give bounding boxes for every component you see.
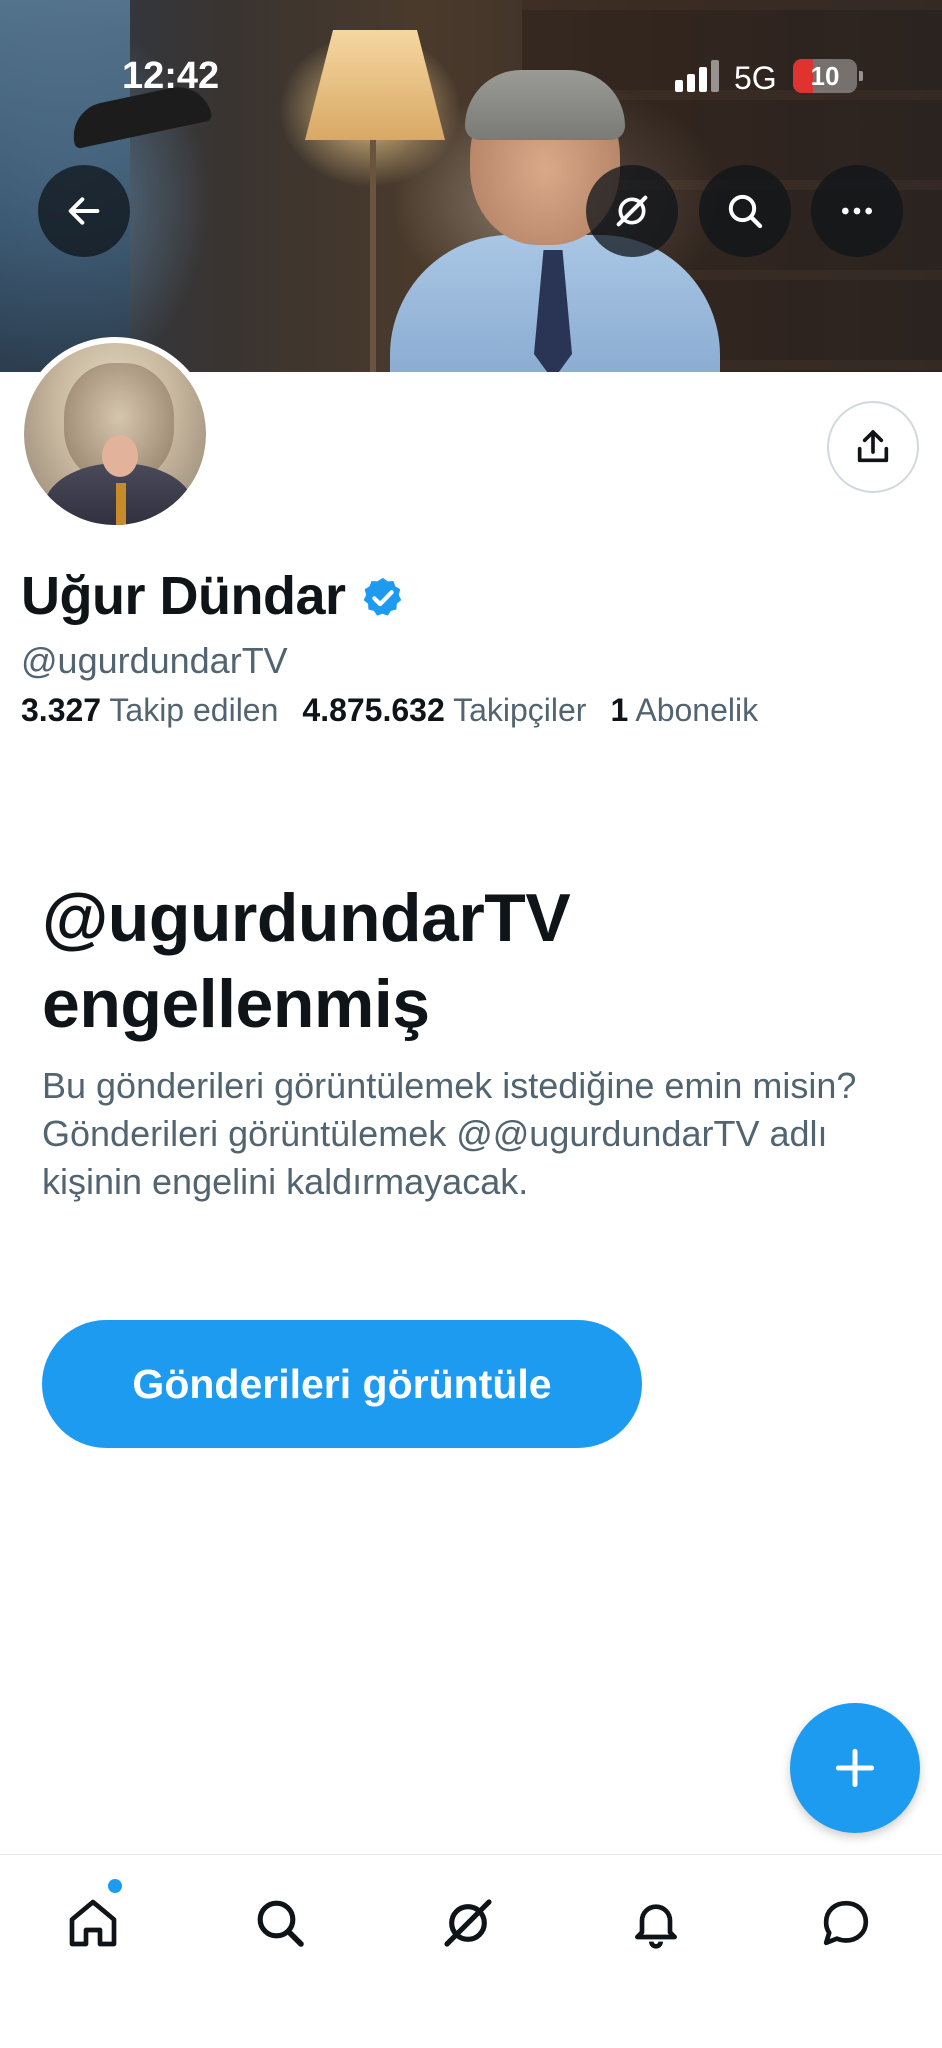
grok-icon xyxy=(444,1899,492,1947)
nav-search[interactable] xyxy=(240,1883,320,1963)
followers-count: 4.875.632 xyxy=(302,692,445,728)
profile-name: Uğur Dündar xyxy=(21,566,346,626)
banner-lamp-pole xyxy=(370,140,376,372)
profile-stats: 3.327 Takip edilen 4.875.632 Takipçiler … xyxy=(21,692,782,729)
search-icon xyxy=(257,1900,304,1947)
profile-avatar[interactable] xyxy=(18,337,212,531)
status-bar: 12:42 5G 10 xyxy=(0,0,942,110)
more-horizontal-icon xyxy=(842,207,872,215)
share-icon xyxy=(857,430,889,463)
battery-icon: 10 xyxy=(793,59,863,93)
view-posts-button[interactable]: Gönderileri görüntüle xyxy=(42,1320,642,1448)
grok-icon xyxy=(616,195,648,227)
bell-icon xyxy=(635,1904,677,1949)
following-stat[interactable]: 3.327 Takip edilen xyxy=(21,692,278,729)
status-time: 12:42 xyxy=(122,55,220,97)
blocked-title: @ugurdundarTV engellenmiş xyxy=(42,875,902,1047)
following-label: Takip edilen xyxy=(109,692,279,728)
subscriptions-count: 1 xyxy=(610,692,629,728)
bottom-navigation xyxy=(0,1854,942,2048)
cellular-signal-icon xyxy=(675,60,719,92)
followers-label: Takipçiler xyxy=(453,692,587,728)
more-options-button[interactable] xyxy=(811,165,903,257)
compose-post-button[interactable] xyxy=(790,1703,920,1833)
blocked-description: Bu gönderileri görüntülemek istediğine e… xyxy=(42,1065,857,1202)
home-notification-dot xyxy=(108,1879,122,1893)
followers-stat[interactable]: 4.875.632 Takipçiler xyxy=(302,692,586,729)
nav-grok[interactable] xyxy=(428,1883,508,1963)
share-profile-button[interactable] xyxy=(827,401,919,493)
battery-level: 10 xyxy=(810,61,840,91)
plus-icon xyxy=(835,1748,875,1788)
home-icon xyxy=(69,1899,117,1947)
following-count: 3.327 xyxy=(21,692,102,728)
nav-notifications[interactable] xyxy=(616,1883,696,1963)
blocked-title-handle: @ugurdundarTV xyxy=(42,880,571,956)
network-type: 5G xyxy=(734,60,777,96)
blocked-title-status: engellenmiş xyxy=(42,966,430,1042)
message-icon xyxy=(823,1900,869,1946)
arrow-left-icon xyxy=(68,197,100,225)
avatar-person-face xyxy=(102,435,138,477)
subscriptions-stat[interactable]: 1 Abonelik xyxy=(610,692,758,729)
verified-badge-icon[interactable] xyxy=(360,575,406,621)
grok-button[interactable] xyxy=(586,165,678,257)
nav-home[interactable] xyxy=(53,1883,133,1963)
avatar-tie xyxy=(116,483,126,525)
profile-name-row: Uğur Dündar xyxy=(21,565,406,627)
back-button[interactable] xyxy=(38,165,130,257)
search-button[interactable] xyxy=(699,165,791,257)
profile-handle: @ugurdundarTV xyxy=(21,640,288,681)
subscriptions-label: Abonelik xyxy=(635,692,759,728)
nav-messages[interactable] xyxy=(806,1883,886,1963)
search-icon xyxy=(728,194,763,229)
